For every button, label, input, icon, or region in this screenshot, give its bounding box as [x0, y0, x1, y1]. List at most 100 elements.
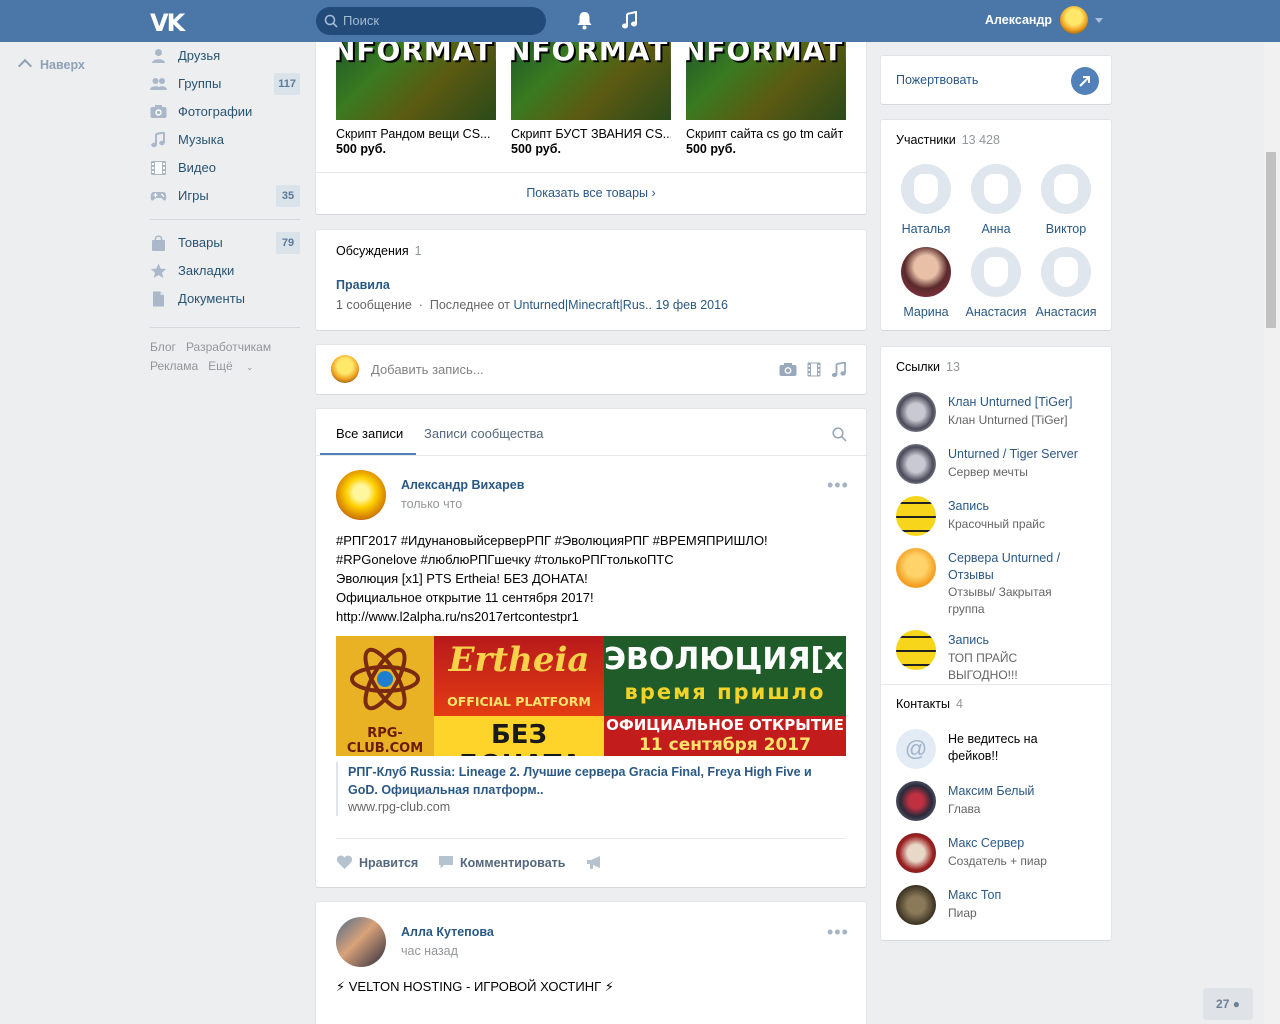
banner-nodonate-text: БЕЗ ДОНАТА — [457, 720, 582, 756]
online-count: 27 — [1216, 997, 1230, 1011]
post-hashtags[interactable]: #RPGonelove #люблюРПГшечку #толькоРПГтол… — [336, 550, 674, 569]
default-avatar-icon — [971, 164, 1021, 214]
post-time[interactable]: только что — [401, 497, 462, 511]
contact-title: Макс Сервер — [948, 836, 1025, 850]
goods-title[interactable]: Скрипт БУСТ ЗВАНИЯ CS... — [511, 127, 671, 141]
goods-title[interactable]: Скрипт сайта cs go tm сайт — [686, 127, 846, 141]
sidebar-item-groups[interactable]: Группы 117 — [150, 70, 300, 98]
post-author-name[interactable]: Александр Вихарев — [401, 478, 524, 492]
post-author-avatar[interactable] — [336, 470, 386, 520]
user-avatar[interactable] — [1060, 6, 1088, 34]
sidebar-item-photos[interactable]: Фотографии — [150, 98, 300, 126]
scroll-top-link[interactable]: Наверх — [17, 58, 85, 74]
more-icon[interactable]: ••• — [827, 922, 849, 943]
member-item[interactable]: Марина — [891, 247, 961, 319]
user-name[interactable]: Александр — [985, 13, 1052, 27]
banner-evolution-panel: ЭВОЛЮЦИЯ[x1] время пришло — [604, 636, 846, 716]
film-icon[interactable] — [807, 362, 821, 377]
music-icon[interactable] — [621, 11, 638, 30]
link-subtitle: Отзывы/ Закрытая группа — [948, 585, 1052, 616]
post-time[interactable]: час назад — [401, 944, 458, 958]
side-menu: Друзья Группы 117 Фотографии Музыка Виде… — [150, 42, 300, 377]
user-icon — [152, 49, 165, 63]
discussion-topic[interactable]: Правила — [336, 278, 390, 292]
sidebar-item-friends[interactable]: Друзья — [150, 42, 300, 70]
sidebar-item-games[interactable]: Игры 35 — [150, 182, 300, 210]
goods-title[interactable]: Скрипт Рандом вещи CS... — [336, 127, 496, 141]
contacts-count: 4 — [956, 697, 963, 711]
link-subtitle: ТОП ПРАЙС ВЫГОДНО!!! — [948, 651, 1018, 682]
sidebar-item-music[interactable]: Музыка — [150, 126, 300, 154]
links-header[interactable]: Ссылки 13 — [896, 360, 960, 374]
like-button[interactable]: Нравится — [336, 855, 418, 870]
footer-link-developers[interactable]: Разработчикам — [186, 340, 271, 354]
sidebar-item-video[interactable]: Видео — [150, 154, 300, 182]
default-avatar-icon — [1041, 164, 1091, 214]
sidebar-item-label: Группы — [178, 76, 222, 91]
discussion-last-date[interactable]: 19 фев 2016 — [655, 298, 728, 312]
post-text: ⚡ VELTON HOSTING - ИГРОВОЙ ХОСТИНГ ⚡ — [336, 979, 614, 994]
sidebar-item-bookmarks[interactable]: Закладки — [150, 257, 300, 285]
discussions-title: Обсуждения — [336, 244, 409, 258]
footer-link-blog[interactable]: Блог — [150, 340, 176, 354]
member-item[interactable]: Виктор — [1031, 164, 1101, 236]
banner-official-text: OFFICIAL PLATFORM — [447, 694, 591, 709]
footer-link-more[interactable]: Ещё ⌄ — [208, 359, 263, 373]
divider — [881, 684, 1111, 685]
footer-link-ads[interactable]: Реклама — [150, 359, 198, 373]
members-header[interactable]: Участники 13 428 — [896, 133, 1000, 147]
donate-block[interactable]: Пожертвовать — [881, 56, 1111, 104]
discussion-last-author[interactable]: Unturned|Minecraft|Rus.. — [513, 298, 652, 312]
comment-icon — [439, 856, 453, 869]
bell-icon[interactable] — [576, 11, 593, 30]
sidebar-divider — [150, 219, 300, 220]
vk-logo[interactable]: VK — [150, 9, 185, 37]
member-item[interactable]: Анна — [961, 164, 1031, 236]
goods-image[interactable]: NFORMATIO — [336, 42, 496, 120]
chevron-right-icon: › — [651, 186, 656, 200]
member-item[interactable]: Анастасия — [961, 247, 1031, 319]
post-link[interactable]: http://www.l2alpha.ru/ns2017ertcontestpr… — [336, 607, 579, 626]
member-item[interactable]: Наталья — [891, 164, 961, 236]
link-avatar — [896, 496, 936, 536]
post-author-avatar[interactable] — [336, 917, 386, 967]
link-snippet-title[interactable]: РПГ-Клуб Russia: Lineage 2. Лучшие серве… — [348, 763, 838, 799]
contact-title: Макс Топ — [948, 888, 1002, 902]
member-item[interactable]: Анастасия — [1031, 247, 1101, 319]
composer-input[interactable]: Добавить запись... — [371, 362, 484, 377]
music-icon[interactable] — [831, 362, 847, 378]
sidebar-item-market[interactable]: Товары 79 — [150, 229, 300, 257]
at-sign-icon: @ — [896, 729, 936, 769]
chevron-up-icon — [17, 58, 33, 74]
links-count: 13 — [946, 360, 960, 374]
more-icon[interactable]: ••• — [827, 475, 849, 496]
goods-price: 500 руб. — [686, 142, 736, 156]
tab-all-posts[interactable]: Все записи — [336, 426, 403, 441]
members-count: 13 428 — [961, 133, 1000, 147]
show-all-goods-link[interactable]: Показать все товары › — [316, 186, 866, 200]
link-snippet-domain[interactable]: www.rpg-club.com — [348, 800, 450, 814]
discussions-header[interactable]: Обсуждения 1 — [336, 244, 422, 258]
post-author-name[interactable]: Алла Кутепова — [401, 925, 494, 939]
search-placeholder: Поиск — [343, 13, 380, 28]
chevron-down-icon[interactable] — [1095, 18, 1103, 23]
search-input[interactable]: Поиск — [316, 7, 546, 35]
goods-image[interactable]: NFORMATIO — [686, 42, 846, 120]
post-banner-image[interactable]: RPG-CLUB.COM Ertheia OFFICIAL PLATFORM Б… — [336, 636, 846, 756]
online-friends-button[interactable]: 27 ● — [1203, 988, 1253, 1020]
goods-image[interactable]: NFORMATIO — [511, 42, 671, 120]
post-hashtags[interactable]: #РПГ2017 #ИдунановыйсерверРПГ #ЭволюцияР… — [336, 531, 768, 550]
megaphone-icon[interactable] — [586, 855, 603, 870]
scrollbar-thumb[interactable] — [1266, 152, 1276, 328]
contact-avatar — [896, 885, 936, 925]
comment-button[interactable]: Комментировать — [438, 855, 565, 870]
tab-community-posts[interactable]: Записи сообщества — [424, 426, 544, 441]
music-icon — [151, 132, 165, 148]
groups-count-badge: 117 — [274, 73, 300, 95]
banner-opening-text: ОФИЦИАЛЬНОЕ ОТКРЫТИЕ — [606, 716, 844, 734]
contacts-header[interactable]: Контакты 4 — [896, 697, 963, 711]
camera-icon[interactable] — [779, 362, 797, 377]
sidebar-item-documents[interactable]: Документы — [150, 285, 300, 313]
active-tab-underline — [320, 453, 416, 455]
search-icon[interactable] — [832, 427, 847, 442]
